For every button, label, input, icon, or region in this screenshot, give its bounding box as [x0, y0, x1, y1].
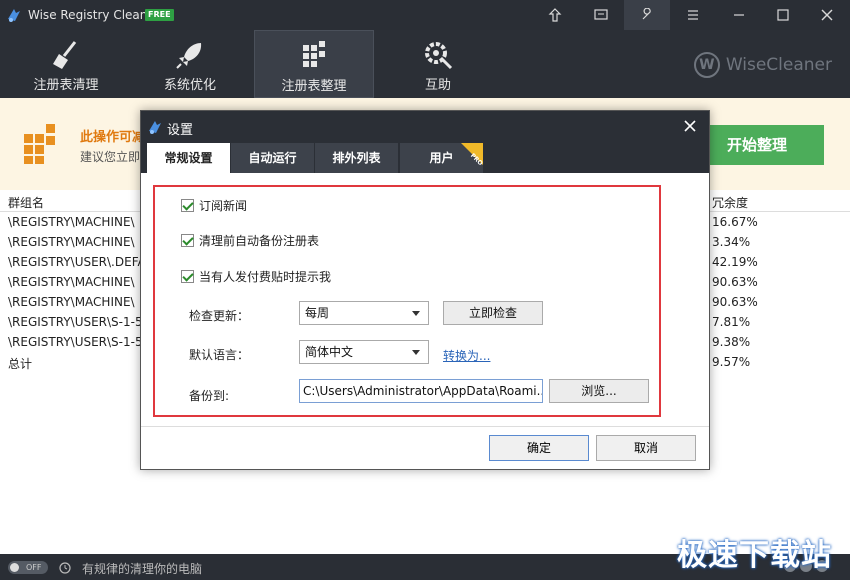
backup-to-label: 备份到: [189, 389, 230, 403]
blocks-icon [303, 41, 325, 67]
message-icon [594, 9, 608, 20]
paid-post-notify-option[interactable]: 当有人发付费贴时提示我 [181, 268, 331, 285]
blocks-orange-icon [24, 124, 55, 164]
tool-label: 系统优化 [163, 78, 216, 93]
row-name: 总计 [8, 357, 33, 371]
start-defrag-button[interactable]: 开始整理 [690, 125, 824, 165]
tool-registry-clean[interactable]: 注册表清理 [6, 30, 126, 98]
site-watermark: 极速下载站 [677, 538, 832, 573]
menu-button[interactable] [670, 0, 716, 30]
row-name: \REGISTRY\USER\S-1-5 [8, 315, 143, 329]
tool-mutual-help[interactable]: 互助 [378, 30, 498, 98]
default-language-label: 默认语言： [189, 348, 250, 362]
check-now-button[interactable]: 立即检查 [443, 301, 543, 325]
row-value: 90.63% [712, 295, 758, 309]
language-value: 简体中文 [305, 345, 354, 359]
settings-tabs: 常规设置 自动运行 排外列表 用户 PRO [141, 143, 709, 173]
rocket-icon [176, 43, 202, 69]
minimize-button[interactable] [716, 0, 762, 30]
main-toolbar: 注册表清理 系统优化 注册表整理 互助 W WiseCleaner [0, 30, 850, 98]
update-frequency-value: 每周 [305, 306, 330, 320]
app-logo-icon [149, 121, 161, 134]
upgrade-button[interactable] [532, 0, 578, 30]
tab-user[interactable]: 用户 PRO [400, 143, 484, 173]
dialog-title: 设置 [167, 123, 194, 138]
banner-title: 此操作可减 [80, 130, 146, 145]
menu-icon [688, 10, 698, 20]
row-value: 3.34% [712, 235, 751, 249]
brand-text: WiseCleaner [725, 55, 832, 75]
paid-post-notify-label: 当有人发付费贴时提示我 [199, 270, 332, 284]
maximize-icon [777, 9, 789, 21]
update-frequency-select[interactable]: 每周 [299, 301, 429, 325]
general-settings-panel: 订阅新闻 清理前自动备份注册表 当有人发付费贴时提示我 检查更新： 每周 立即检… [141, 173, 709, 427]
tab-user-label: 用户 [429, 151, 454, 165]
tool-system-optimize[interactable]: 系统优化 [130, 30, 250, 98]
row-value: 9.38% [712, 335, 751, 349]
auto-backup-checkbox[interactable] [181, 234, 194, 247]
dialog-title-bar: 设置 [141, 111, 709, 143]
settings-button[interactable] [624, 0, 670, 30]
tab-general[interactable]: 常规设置 [147, 143, 231, 173]
tool-registry-defrag[interactable]: 注册表整理 [254, 30, 374, 98]
maximize-button[interactable] [760, 0, 806, 30]
ok-button[interactable]: 确定 [489, 435, 589, 461]
broom-icon [53, 41, 77, 69]
row-name: \REGISTRY\MACHINE\ [8, 275, 135, 289]
schedule-status-text[interactable]: 有规律的清理你的电脑 [82, 560, 202, 577]
tab-autorun[interactable]: 自动运行 [231, 143, 315, 173]
backup-path-input[interactable]: C:\Users\Administrator\AppData\Roami... [299, 379, 543, 403]
close-button[interactable] [804, 0, 850, 30]
tool-label: 互助 [424, 78, 451, 93]
chevron-down-icon [412, 350, 420, 355]
auto-backup-option[interactable]: 清理前自动备份注册表 [181, 232, 319, 249]
tab-exclusions[interactable]: 排外列表 [315, 143, 399, 173]
chevron-down-icon [412, 311, 420, 316]
banner-subtitle: 建议您立即 [80, 150, 141, 164]
convert-language-link[interactable]: 转换为... [443, 347, 490, 364]
check-update-label: 检查更新： [189, 309, 250, 323]
schedule-toggle[interactable]: OFF [8, 561, 48, 574]
title-bar: Wise Registry Cleaner 9 FREE [0, 0, 850, 30]
subscribe-news-option[interactable]: 订阅新闻 [181, 197, 247, 214]
app-logo-icon [8, 9, 20, 22]
row-name: \REGISTRY\MACHINE\ [8, 235, 135, 249]
brand-logo-icon: W [693, 52, 720, 78]
row-name: \REGISTRY\USER\S-1-5 [8, 335, 143, 349]
subscribe-news-checkbox[interactable] [181, 199, 194, 212]
close-icon[interactable] [681, 117, 699, 135]
feedback-button[interactable] [578, 0, 624, 30]
subscribe-news-label: 订阅新闻 [199, 199, 248, 213]
gear-tools-icon [425, 42, 453, 70]
column-group-name[interactable]: 群组名 [8, 194, 44, 211]
close-icon [821, 9, 833, 21]
browse-button[interactable]: 浏览... [549, 379, 649, 403]
row-name: \REGISTRY\MACHINE\ [8, 215, 135, 229]
row-value: 42.19% [712, 255, 758, 269]
row-value: 7.81% [712, 315, 751, 329]
row-value: 16.67% [712, 215, 758, 229]
wisecleaner-brand[interactable]: W WiseCleaner [693, 52, 832, 78]
arrow-up-icon [548, 8, 562, 22]
row-value: 90.63% [712, 275, 758, 289]
settings-dialog: 设置 常规设置 自动运行 排外列表 用户 PRO 订阅新闻 清理前自动备份注册表… [140, 110, 710, 470]
minimize-icon [734, 14, 744, 16]
language-select[interactable]: 简体中文 [299, 340, 429, 364]
row-value: 9.57% [712, 355, 751, 369]
tool-label: 注册表整理 [281, 79, 347, 94]
paid-post-notify-checkbox[interactable] [181, 270, 194, 283]
alarm-clock-icon [59, 562, 71, 574]
auto-backup-label: 清理前自动备份注册表 [199, 234, 320, 248]
free-badge: FREE [145, 9, 174, 21]
wrench-icon [642, 8, 651, 20]
row-name: \REGISTRY\USER\.DEFA [8, 255, 146, 269]
cancel-button[interactable]: 取消 [596, 435, 696, 461]
tool-label: 注册表清理 [33, 78, 99, 93]
row-name: \REGISTRY\MACHINE\ [8, 295, 135, 309]
column-redundancy[interactable]: 冗余度 [712, 194, 748, 211]
